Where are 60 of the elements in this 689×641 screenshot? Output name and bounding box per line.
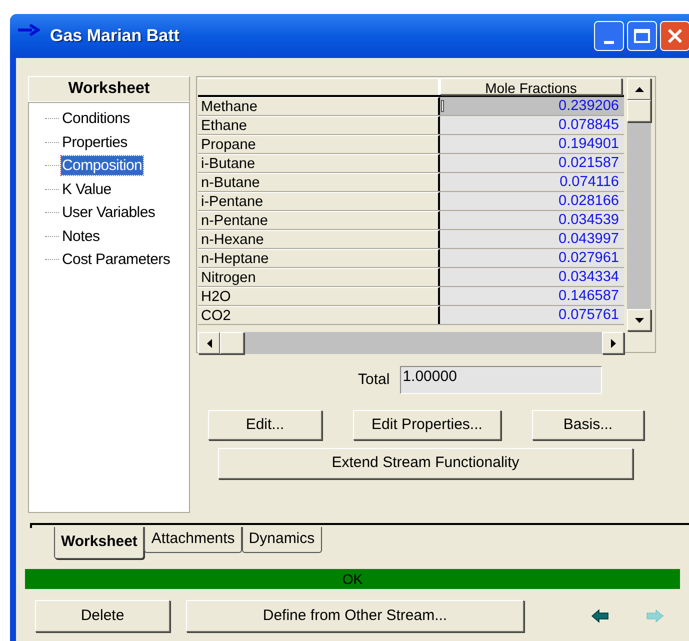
minimize-button[interactable]: [594, 21, 624, 51]
down-arrow-icon[interactable]: [634, 318, 644, 322]
row-header: H2O: [198, 287, 440, 305]
action-button[interactable]: Basis...: [532, 410, 644, 440]
table-cell[interactable]: 0.075761: [440, 306, 624, 324]
scroll-thumb[interactable]: [627, 100, 651, 122]
row-header: Nitrogen: [198, 268, 440, 286]
tree-item[interactable]: Properties: [61, 132, 128, 152]
tab[interactable]: Worksheet: [54, 527, 144, 559]
tree-item[interactable]: User Variables: [61, 203, 156, 222]
arrow-icon: [18, 24, 40, 36]
extend-button[interactable]: Extend Stream Functionality: [218, 448, 633, 479]
tab[interactable]: Dynamics: [242, 527, 322, 553]
row-header: n-Heptane: [198, 249, 440, 267]
footer-button[interactable]: Define from Other Stream...: [186, 600, 524, 632]
column-header: Mole Fractions: [440, 78, 622, 95]
row-header: n-Hexane: [198, 230, 440, 248]
action-button[interactable]: Edit Properties...: [353, 410, 501, 440]
tree-item[interactable]: Cost Parameters: [61, 250, 172, 270]
tree-item[interactable]: K Value: [61, 180, 112, 199]
table-cell[interactable]: 0.074116: [440, 173, 624, 191]
sidebar-header: Worksheet: [28, 76, 190, 102]
row-header: Propane: [198, 135, 440, 153]
tree-item[interactable]: Conditions: [61, 109, 131, 128]
tab[interactable]: Attachments: [144, 527, 242, 553]
tree-item[interactable]: Composition: [61, 156, 144, 176]
scroll-thumb[interactable]: [220, 332, 244, 354]
row-header: Methane: [198, 97, 440, 115]
back-arrow-icon[interactable]: [591, 609, 609, 623]
close-button[interactable]: [660, 21, 689, 51]
table-cell[interactable]: 0.078845: [440, 116, 624, 134]
row-header: i-Butane: [198, 154, 440, 172]
vertical-scrollbar[interactable]: [627, 78, 651, 331]
footer-button[interactable]: Delete: [35, 600, 170, 632]
row-header: CO2: [198, 306, 440, 324]
table-cell[interactable]: 0.034334: [440, 268, 624, 286]
row-header: n-Butane: [198, 173, 440, 191]
status-bar: OK: [25, 569, 680, 589]
row-header: i-Pentane: [198, 192, 440, 210]
row-header: n-Pentane: [198, 211, 440, 229]
horizontal-scrollbar[interactable]: [198, 332, 624, 354]
row-header: Ethane: [198, 116, 440, 134]
tree-item[interactable]: Notes: [61, 226, 101, 246]
table-cell[interactable]: 0.239206: [440, 97, 624, 115]
right-arrow-icon[interactable]: [610, 338, 616, 348]
window-title: Gas Marian Batt: [50, 25, 180, 48]
table-cell[interactable]: 0.028166: [440, 192, 624, 210]
up-arrow-icon[interactable]: [634, 86, 644, 92]
left-arrow-icon[interactable]: [206, 338, 212, 348]
close-icon: [667, 28, 683, 44]
total-label: Total: [358, 370, 390, 390]
table-cell[interactable]: 0.043997: [440, 230, 624, 248]
table-cell[interactable]: 0.034539: [440, 211, 624, 229]
action-button[interactable]: Edit...: [208, 410, 322, 440]
table-cell[interactable]: 0.021587: [440, 154, 624, 172]
table-cell[interactable]: 0.194901: [440, 135, 624, 153]
table-cell[interactable]: 0.146587: [440, 287, 624, 305]
maximize-button[interactable]: [627, 21, 657, 51]
total-field: 1.00000: [400, 366, 602, 394]
table-cell[interactable]: 0.027961: [440, 249, 624, 267]
